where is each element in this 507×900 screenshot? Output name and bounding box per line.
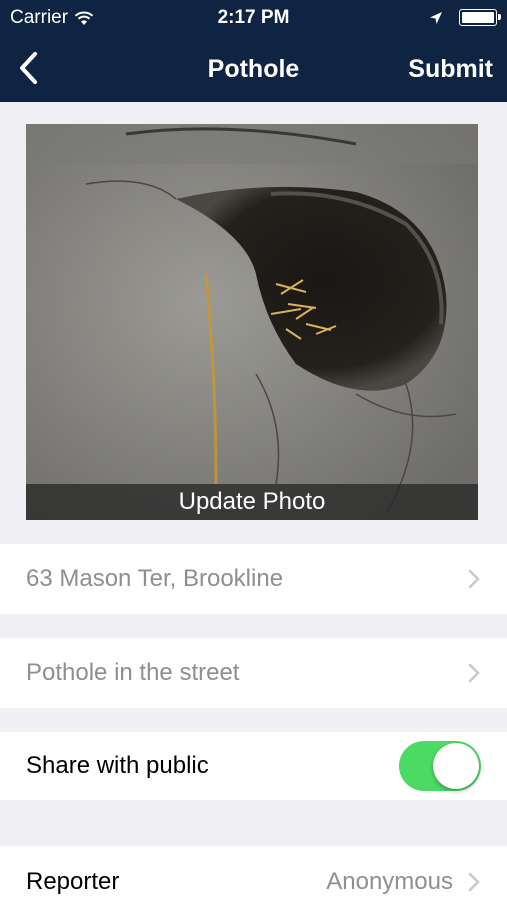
description-row[interactable]: Pothole in the street [0,638,507,708]
submit-button[interactable]: Submit [408,55,493,84]
reporter-label: Reporter [26,868,120,895]
reporter-value: Anonymous [326,868,453,895]
toggle-knob [433,743,479,789]
chevron-right-icon [468,663,480,683]
nav-bar: Pothole Submit [0,36,507,102]
address-text: 63 Mason Ter, Brookline [26,565,284,592]
status-bar: Carrier 2:17 PM [0,0,507,36]
update-photo-label[interactable]: Update Photo [26,484,478,520]
location-arrow-icon [430,11,442,24]
pothole-image [26,124,478,520]
share-toggle[interactable] [399,741,481,791]
share-row: Share with public [0,732,507,800]
pothole-photo[interactable]: Update Photo [26,124,478,520]
share-label: Share with public [26,752,209,779]
chevron-right-icon [468,569,480,589]
reporter-row[interactable]: Reporter Anonymous [0,846,507,900]
description-text: Pothole in the street [26,659,240,686]
battery-icon [459,9,501,26]
address-row[interactable]: 63 Mason Ter, Brookline [0,544,507,614]
chevron-right-icon [468,872,480,892]
